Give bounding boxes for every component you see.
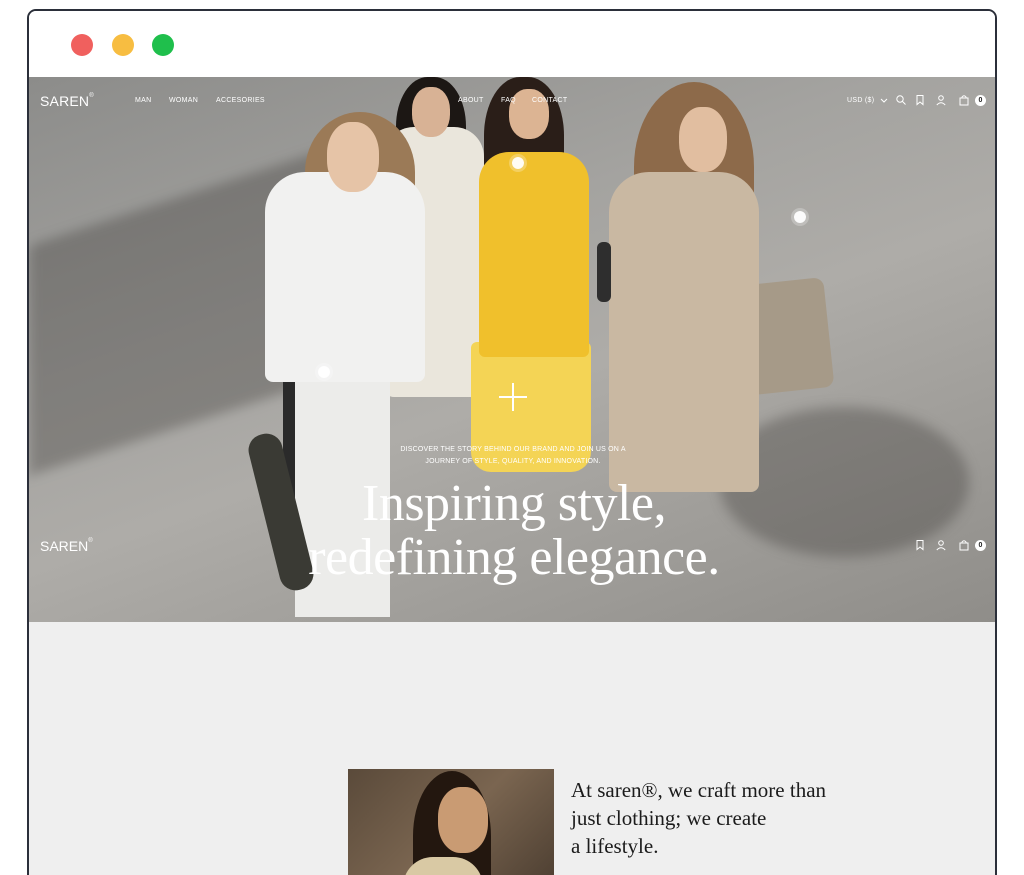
about-line-1: At saren®, we craft more than (571, 778, 827, 802)
chevron-down-icon[interactable] (878, 94, 890, 106)
hero-section: SAREN® MAN WOMAN ACCESORIES ABOUT FAQ CO… (29, 77, 995, 622)
about-statement: At saren®, we craft more than just cloth… (571, 776, 871, 860)
portrait-image (348, 769, 554, 875)
headline-line-1: Inspiring style, (362, 475, 666, 532)
search-icon[interactable] (895, 94, 907, 106)
nav-link-faq[interactable]: FAQ (501, 97, 516, 104)
maximize-window-button[interactable] (152, 34, 174, 56)
registered-mark: ® (88, 538, 93, 544)
headline-line-2: redefining elegance. (308, 529, 720, 586)
nav-link-about[interactable]: ABOUT (458, 97, 484, 104)
nav-link-woman[interactable]: WOMAN (169, 97, 198, 104)
hero-headline: Inspiring style, redefining elegance. (214, 477, 814, 585)
minimize-window-button[interactable] (112, 34, 134, 56)
close-window-button[interactable] (71, 34, 93, 56)
bag-icon[interactable] (958, 94, 970, 106)
hero-subtitle: DISCOVER THE STORY BEHIND OUR BRAND AND … (400, 446, 626, 465)
about-line-2: just clothing; we create (571, 806, 767, 830)
browser-window: SAREN® MAN WOMAN ACCESORIES ABOUT FAQ CO… (27, 9, 997, 875)
bookmark-icon[interactable] (914, 539, 926, 551)
currency-selector[interactable]: USD ($) (847, 97, 874, 104)
brand-logo[interactable]: SAREN® (40, 93, 94, 109)
registered-mark: ® (89, 93, 94, 99)
bag-icon[interactable] (958, 539, 970, 551)
cart-count-badge[interactable]: 0 (975, 95, 986, 106)
bookmark-icon[interactable] (914, 94, 926, 106)
nav-link-accessories[interactable]: ACCESORIES (216, 97, 265, 104)
about-section: At saren®, we craft more than just cloth… (29, 622, 995, 875)
about-line-3: a lifestyle. (571, 834, 659, 858)
product-hotspot[interactable] (794, 211, 806, 223)
product-hotspot[interactable] (512, 157, 524, 169)
cart-count-badge[interactable]: 0 (975, 540, 986, 551)
nav-link-contact[interactable]: CONTACT (532, 97, 567, 104)
sticky-brand-logo[interactable]: SAREN® (40, 538, 93, 554)
nav-link-man[interactable]: MAN (135, 97, 151, 104)
logo-text: SAREN (40, 93, 90, 109)
user-icon[interactable] (935, 94, 947, 106)
top-navigation: SAREN® MAN WOMAN ACCESORIES ABOUT FAQ CO… (29, 77, 995, 127)
browser-titlebar (29, 11, 995, 77)
product-hotspot[interactable] (318, 366, 330, 378)
logo-text: SAREN (40, 538, 89, 554)
plus-icon[interactable] (499, 383, 527, 411)
user-icon[interactable] (935, 539, 947, 551)
skateboard-image (597, 242, 611, 302)
